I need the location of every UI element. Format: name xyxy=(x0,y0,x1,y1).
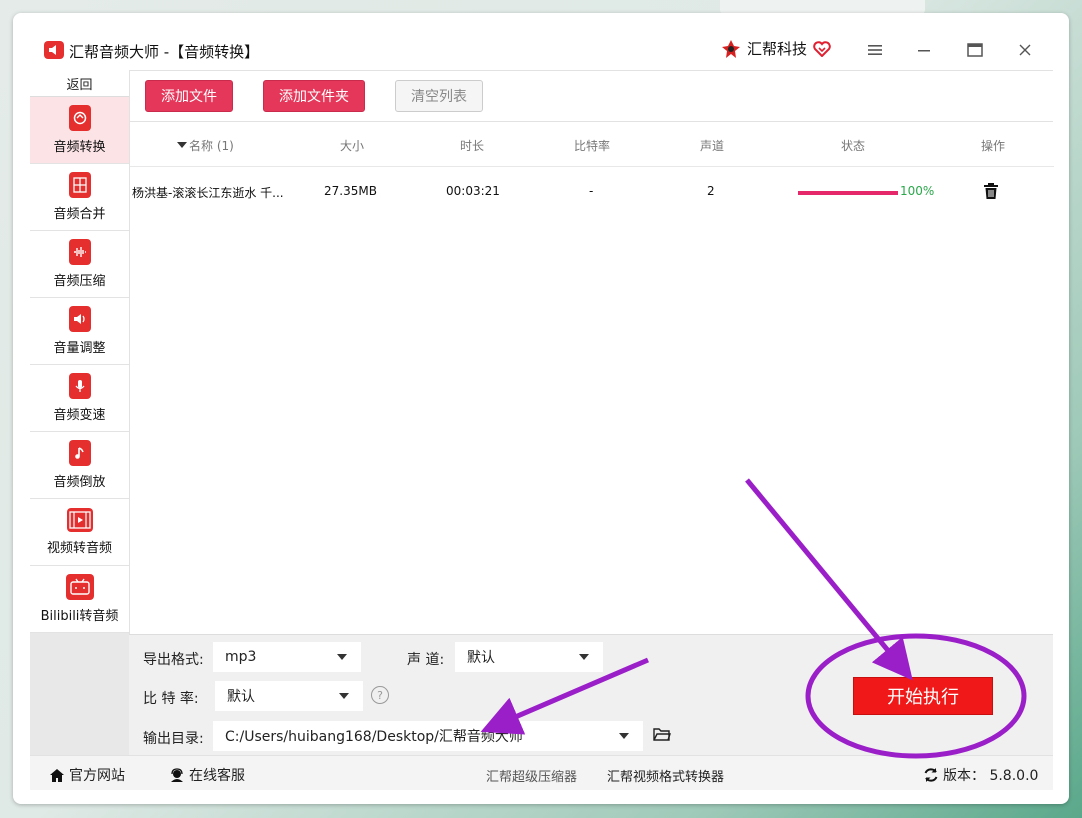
sidebar-empty-area xyxy=(30,633,129,757)
format-select[interactable]: mp3 xyxy=(213,642,361,672)
sidebar-item-label: 视频转音频 xyxy=(46,541,112,556)
refresh-icon xyxy=(924,768,938,782)
sidebar-item-video-to-audio[interactable]: 视频转音频 xyxy=(30,499,129,566)
file-duration: 00:03:21 xyxy=(446,184,500,198)
merge-icon xyxy=(68,172,91,198)
close-icon[interactable] xyxy=(1013,39,1037,61)
output-dir-label: 输出目录: xyxy=(143,731,204,747)
channel-value: 默认 xyxy=(467,650,495,666)
bitrate-select[interactable]: 默认 xyxy=(215,681,363,711)
back-button[interactable]: 返回 xyxy=(30,70,129,97)
folder-icon[interactable] xyxy=(653,727,671,742)
app-window: 汇帮音频大师 -【音频转换】 汇帮科技 返回 音频转换 音频合并 音频压缩 音量… xyxy=(13,13,1069,804)
channel-select[interactable]: 默认 xyxy=(455,642,603,672)
trash-icon[interactable] xyxy=(983,182,999,200)
output-dir-select[interactable]: C:/Users/huibang168/Desktop/汇帮音频大师 xyxy=(213,721,643,751)
website-label: 官方网站 xyxy=(69,768,125,784)
clear-list-button[interactable]: 清空列表 xyxy=(395,80,483,112)
sidebar-item-audio-merge[interactable]: 音频合并 xyxy=(30,164,129,231)
column-bitrate[interactable]: 比特率 xyxy=(574,137,610,154)
sidebar-item-audio-compress[interactable]: 音频压缩 xyxy=(30,231,129,298)
compress-icon xyxy=(68,239,91,265)
bilibili-icon xyxy=(65,574,94,600)
heart-icon[interactable] xyxy=(813,40,831,57)
support-label: 在线客服 xyxy=(189,768,245,784)
chevron-down-icon xyxy=(619,733,629,739)
sidebar: 返回 音频转换 音频合并 音频压缩 音量调整 音频变速 音频倒放 视频转音频 B… xyxy=(30,70,129,757)
chevron-down-icon xyxy=(579,654,589,660)
sidebar-item-audio-speed[interactable]: 音频变速 xyxy=(30,365,129,432)
brand-logo-icon xyxy=(722,39,740,58)
website-link[interactable]: 官方网站 xyxy=(49,765,125,785)
settings-panel: 导出格式: mp3 声 道: 默认 比 特 率: 默认 ? 输出目录: C:/U… xyxy=(129,634,1053,755)
column-size[interactable]: 大小 xyxy=(340,137,364,154)
bitrate-value: 默认 xyxy=(227,689,255,705)
sidebar-item-label: 音频合并 xyxy=(53,207,106,222)
sidebar-item-audio-reverse[interactable]: 音频倒放 xyxy=(30,432,129,499)
status-bar: 官方网站 在线客服 汇帮超级压缩器 汇帮视频格式转换器 版本： 5.8.0.0 xyxy=(30,755,1053,790)
file-bitrate: - xyxy=(589,184,594,198)
file-channels: 2 xyxy=(707,184,715,198)
sort-down-icon[interactable] xyxy=(177,142,187,148)
support-link[interactable]: 在线客服 xyxy=(169,765,245,785)
microphone-icon xyxy=(68,373,91,399)
version-label: 版本： 5.8.0.0 xyxy=(943,768,1039,784)
maximize-icon[interactable] xyxy=(963,39,987,61)
title-bar: 汇帮音频大师 -【音频转换】 汇帮科技 xyxy=(13,13,1069,70)
file-name: 杨洪基-滚滚长江东逝水 千... xyxy=(132,186,284,200)
column-name[interactable]: 名称 (1) xyxy=(189,137,234,154)
brand-name: 汇帮科技 xyxy=(747,40,808,58)
app-logo-icon xyxy=(44,41,64,59)
volume-icon xyxy=(68,306,91,332)
background-window-strip xyxy=(720,0,925,14)
column-channels[interactable]: 声道 xyxy=(700,137,724,154)
menu-icon[interactable] xyxy=(863,39,887,61)
film-icon xyxy=(66,508,93,532)
compressor-link[interactable]: 汇帮超级压缩器 xyxy=(486,766,577,785)
start-button[interactable]: 开始执行 xyxy=(853,677,993,715)
music-note-icon xyxy=(68,440,91,466)
table-row[interactable]: 杨洪基-滚滚长江东逝水 千... 27.35MB 00:03:21 - 2 10… xyxy=(130,167,1054,215)
sidebar-item-label: Bilibili转音频 xyxy=(40,609,119,624)
channel-label: 声 道: xyxy=(407,652,445,668)
column-actions: 操作 xyxy=(981,139,1006,153)
chevron-down-icon xyxy=(337,654,347,660)
progress-fill xyxy=(798,191,898,195)
sidebar-item-label: 音量调整 xyxy=(53,341,106,356)
sidebar-item-volume-adjust[interactable]: 音量调整 xyxy=(30,298,129,365)
home-icon xyxy=(50,768,64,782)
progress-bar xyxy=(798,191,898,195)
bitrate-label: 比 特 率: xyxy=(143,691,199,707)
help-icon[interactable]: ? xyxy=(371,686,389,704)
file-size: 27.35MB xyxy=(324,184,377,198)
chevron-down-icon xyxy=(339,693,349,699)
sidebar-item-label: 音频压缩 xyxy=(53,274,106,289)
format-label: 导出格式: xyxy=(143,652,204,668)
version-info[interactable]: 版本： 5.8.0.0 xyxy=(923,765,1038,785)
column-status[interactable]: 状态 xyxy=(841,137,865,154)
output-dir-value: C:/Users/huibang168/Desktop/汇帮音频大师 xyxy=(225,729,523,745)
add-file-button[interactable]: 添加文件 xyxy=(145,80,233,112)
sidebar-item-label: 音频倒放 xyxy=(53,475,106,490)
brand[interactable]: 汇帮科技 xyxy=(721,38,831,59)
app-title: 汇帮音频大师 -【音频转换】 xyxy=(69,43,260,61)
convert-icon xyxy=(68,105,91,131)
sidebar-item-bilibili-to-audio[interactable]: Bilibili转音频 xyxy=(30,566,129,633)
sidebar-item-label: 音频变速 xyxy=(53,408,106,423)
minimize-icon[interactable] xyxy=(913,39,937,61)
progress-text: 100% xyxy=(900,184,935,198)
table-header: 名称 (1) 大小 时长 比特率 声道 状态 操作 xyxy=(130,122,1054,167)
column-duration[interactable]: 时长 xyxy=(460,137,484,154)
add-folder-button[interactable]: 添加文件夹 xyxy=(263,80,365,112)
sidebar-item-audio-convert[interactable]: 音频转换 xyxy=(30,97,129,164)
sidebar-item-label: 音频转换 xyxy=(53,140,106,155)
toolbar: 添加文件 添加文件夹 清空列表 xyxy=(130,71,1053,122)
headset-icon xyxy=(171,767,183,782)
format-value: mp3 xyxy=(225,649,257,665)
video-converter-link[interactable]: 汇帮视频格式转换器 xyxy=(607,766,724,785)
